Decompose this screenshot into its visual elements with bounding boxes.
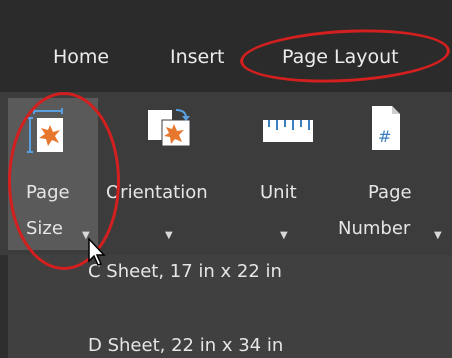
- mouse-cursor-icon: [88, 237, 106, 266]
- page-number-label-2: Number: [338, 218, 411, 239]
- orientation-button[interactable]: Orientation ▼: [100, 98, 240, 250]
- tab-home[interactable]: Home: [53, 46, 109, 68]
- menu-item-d-sheet[interactable]: D Sheet, 22 in x 34 in: [88, 335, 283, 356]
- chevron-down-icon: ▼: [165, 230, 173, 241]
- page-number-icon: #: [372, 106, 400, 150]
- tab-page-layout[interactable]: Page Layout: [282, 46, 399, 68]
- ruler-icon: [263, 120, 313, 142]
- page-size-button[interactable]: Page Size ▼: [8, 98, 98, 250]
- orientation-icon: [148, 109, 191, 147]
- page-number-button[interactable]: # Page Number ▼: [332, 98, 450, 250]
- menu-gutter: [0, 255, 8, 358]
- ribbon-tab-bar: Home Insert Page Layout: [0, 0, 452, 92]
- page-size-label: Page: [26, 182, 70, 203]
- page-size-label-2: Size: [26, 218, 63, 239]
- chevron-down-icon: ▼: [280, 230, 288, 241]
- page-number-label: Page: [368, 182, 412, 203]
- svg-text:#: #: [378, 127, 391, 146]
- chevron-down-icon: ▼: [434, 230, 442, 241]
- tab-insert[interactable]: Insert: [170, 46, 225, 68]
- unit-label: Unit: [260, 182, 297, 203]
- page-size-dropdown: C Sheet, 17 in x 22 in D Sheet, 22 in x …: [0, 255, 452, 358]
- unit-button[interactable]: Unit ▼: [248, 98, 328, 250]
- orientation-label: Orientation: [106, 182, 208, 203]
- menu-item-c-sheet[interactable]: C Sheet, 17 in x 22 in: [88, 261, 282, 282]
- page-size-icon: [27, 108, 63, 153]
